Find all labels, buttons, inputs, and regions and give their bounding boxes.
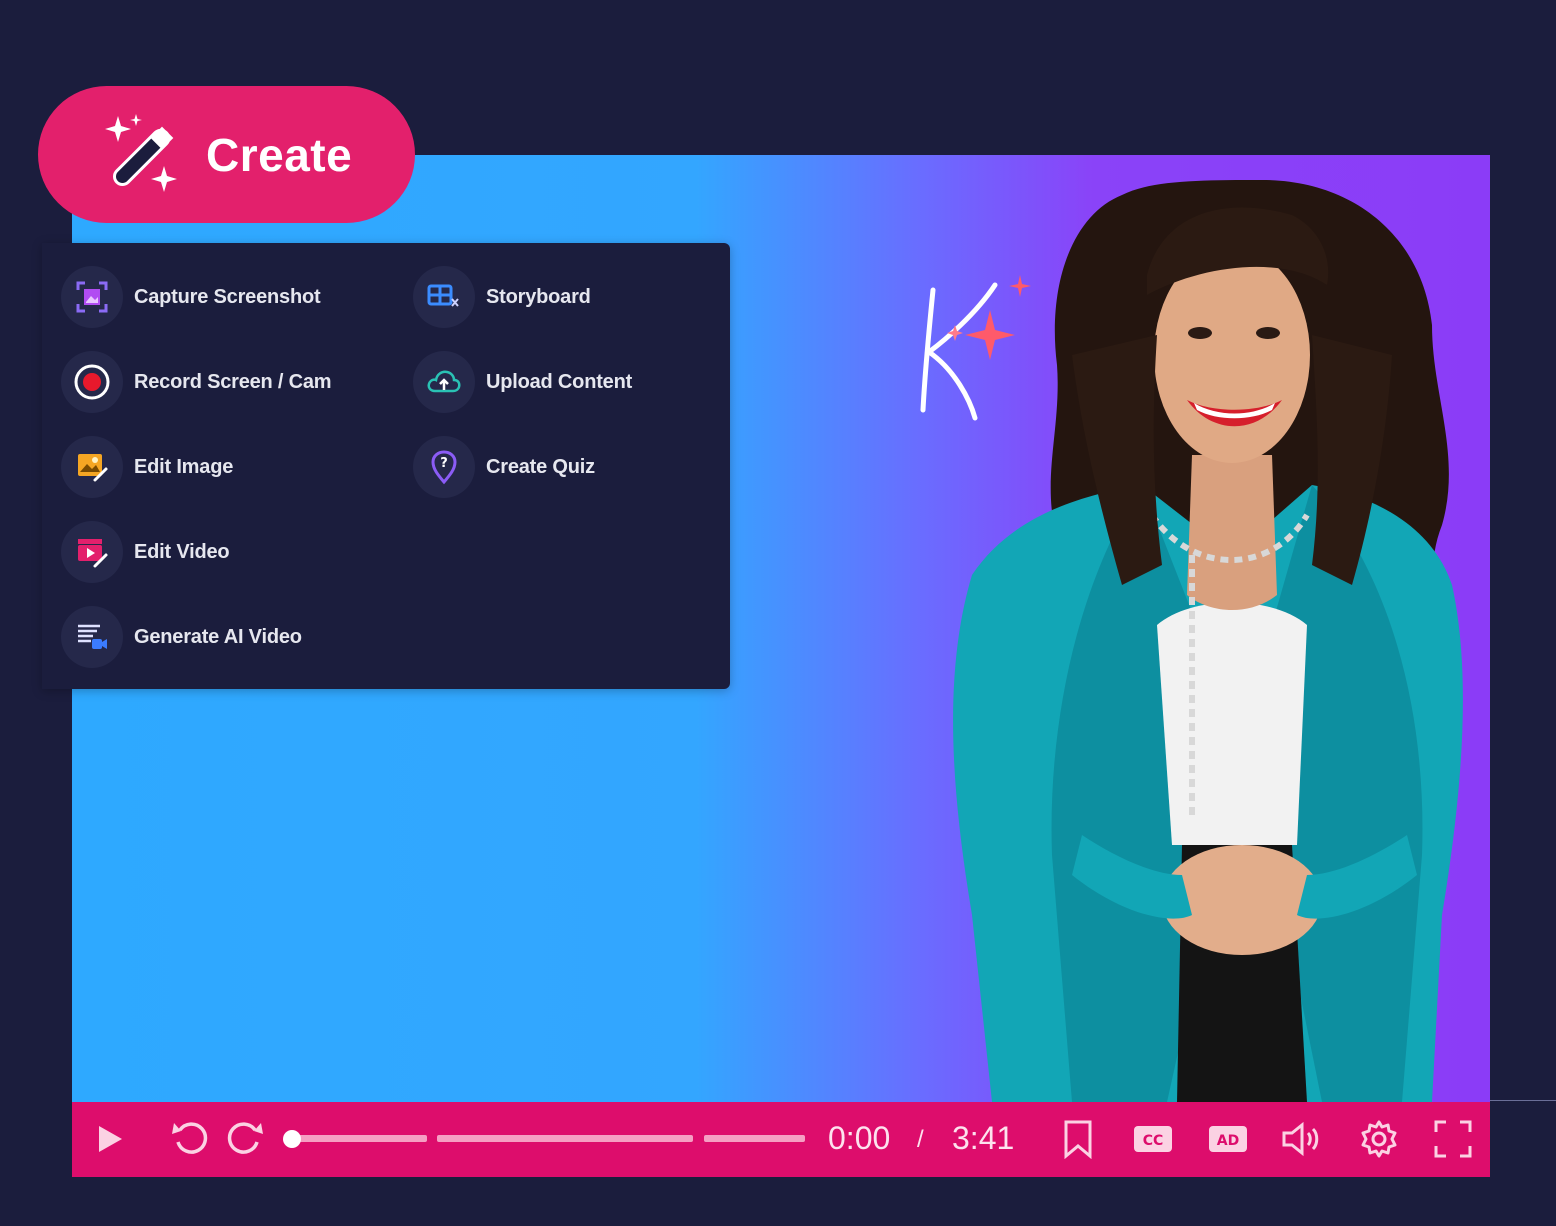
- current-time: 0:00: [828, 1120, 891, 1156]
- create-button[interactable]: Create: [38, 86, 415, 223]
- quiz-icon: ?: [413, 436, 475, 498]
- edit-image-icon: [61, 436, 123, 498]
- fullscreen-button[interactable]: [1432, 1118, 1474, 1160]
- progress-bar[interactable]: [292, 1135, 805, 1143]
- brand-logo-icon: [920, 275, 1031, 421]
- menu-item-label: Generate AI Video: [134, 625, 302, 648]
- play-icon: [99, 1126, 122, 1152]
- cloud-upload-icon: [413, 351, 475, 413]
- create-menu: Capture Screenshot Record Screen / Cam E…: [42, 243, 730, 689]
- settings-button[interactable]: [1358, 1118, 1400, 1160]
- storyboard-icon: [413, 266, 475, 328]
- player-controls: 0:00 / 3:41 CC AD: [72, 1102, 1490, 1177]
- progress-knob[interactable]: [283, 1130, 301, 1148]
- menu-item-create-quiz[interactable]: ? Create Quiz: [413, 435, 595, 499]
- menu-item-label: Record Screen / Cam: [134, 370, 332, 393]
- create-button-label: Create: [206, 128, 353, 181]
- audio-description-icon: AD: [1209, 1126, 1247, 1152]
- ai-video-icon: [61, 606, 123, 668]
- bookmark-button[interactable]: [1058, 1118, 1098, 1160]
- svg-text:CC: CC: [1143, 1133, 1164, 1149]
- duration: 3:41: [952, 1120, 1015, 1156]
- rewind-icon: [172, 1122, 208, 1154]
- capture-screenshot-icon: [61, 266, 123, 328]
- menu-item-label: Upload Content: [486, 370, 633, 393]
- menu-item-label: Create Quiz: [486, 455, 595, 478]
- menu-item-edit-image[interactable]: Edit Image: [61, 435, 233, 499]
- menu-item-edit-video[interactable]: Edit Video: [61, 520, 230, 584]
- record-icon: [61, 351, 123, 413]
- divider-line: [1490, 1100, 1556, 1101]
- audio-description-button[interactable]: AD: [1207, 1122, 1249, 1156]
- fullscreen-icon: [1434, 1120, 1472, 1158]
- menu-item-generate-ai-video[interactable]: Generate AI Video: [61, 605, 302, 669]
- svg-text:AD: AD: [1217, 1133, 1239, 1149]
- captions-button[interactable]: CC: [1132, 1122, 1174, 1156]
- menu-item-capture-screenshot[interactable]: Capture Screenshot: [61, 265, 321, 329]
- volume-icon: [1282, 1121, 1319, 1157]
- bookmark-icon: [1064, 1120, 1092, 1159]
- rewind-button[interactable]: [170, 1118, 210, 1158]
- menu-item-record-screen-cam[interactable]: Record Screen / Cam: [61, 350, 332, 414]
- volume-button[interactable]: [1280, 1118, 1324, 1160]
- captions-icon: CC: [1134, 1126, 1172, 1152]
- time-separator: /: [917, 1126, 924, 1153]
- menu-item-storyboard[interactable]: Storyboard: [413, 265, 591, 329]
- play-button[interactable]: [92, 1120, 128, 1158]
- forward-button[interactable]: [225, 1118, 265, 1158]
- menu-item-label: Edit Video: [134, 540, 230, 563]
- menu-item-label: Storyboard: [486, 285, 591, 308]
- svg-text:?: ?: [440, 456, 448, 471]
- menu-item-label: Capture Screenshot: [134, 285, 321, 308]
- menu-item-label: Edit Image: [134, 455, 234, 478]
- edit-video-icon: [61, 521, 123, 583]
- gear-icon: [1361, 1120, 1397, 1158]
- magic-wand-icon: [105, 113, 177, 192]
- menu-item-upload-content[interactable]: Upload Content: [413, 350, 632, 414]
- forward-icon: [227, 1122, 263, 1154]
